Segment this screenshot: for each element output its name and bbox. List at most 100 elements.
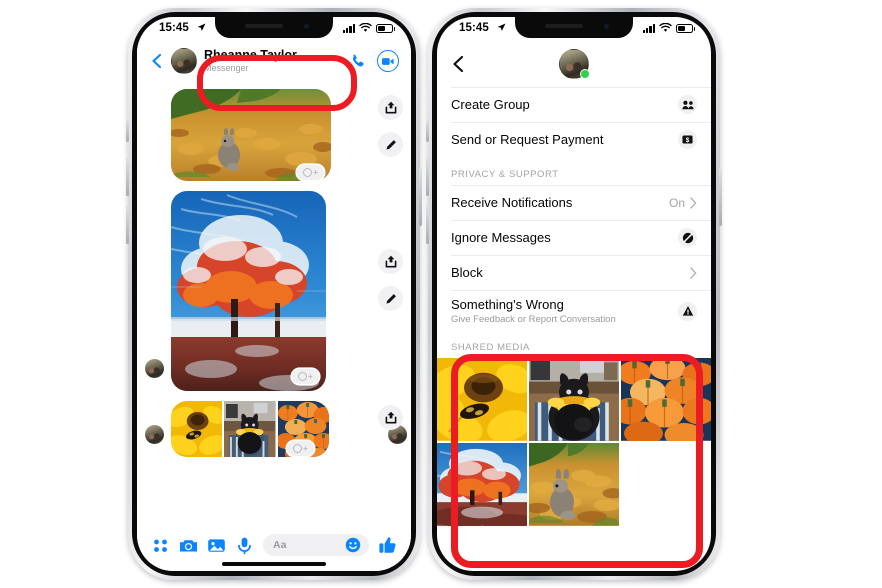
media-tile-red-tree[interactable] <box>437 442 527 526</box>
right-phone-screen: 15:45 Create Group Send or Request Payme… <box>437 17 711 571</box>
volume-down-button[interactable] <box>426 206 429 244</box>
thumbs-up-icon[interactable] <box>378 536 397 555</box>
power-button[interactable] <box>419 168 422 226</box>
back-chevron-icon[interactable] <box>451 55 466 73</box>
add-reaction-badge[interactable]: + <box>297 165 324 180</box>
smiley-small-icon <box>298 372 308 381</box>
plus-small-icon: + <box>313 167 318 177</box>
media-tile-rabbit[interactable] <box>529 442 619 526</box>
forward-share-icon <box>385 255 396 268</box>
message-list[interactable]: + + + <box>137 81 411 527</box>
home-indicator[interactable] <box>522 562 626 566</box>
contact-name-block[interactable]: Rheanne Taylor Messenger <box>204 48 297 74</box>
group-people-icon <box>678 95 697 114</box>
photo-bee-yellow-flower <box>171 401 223 457</box>
section-header-shared-media: SHARED MEDIA <box>451 342 530 353</box>
row-label: Create Group <box>451 97 530 112</box>
microphone-icon[interactable] <box>235 536 254 555</box>
photo-black-cat-sunflower <box>529 358 619 441</box>
message-bubble-photo[interactable] <box>171 191 326 391</box>
row-label: Something's Wrong <box>451 297 564 312</box>
phone-call-icon[interactable] <box>350 53 367 70</box>
message-row-rabbit: + <box>137 81 411 181</box>
menu-row-ignore-messages[interactable]: Ignore Messages <box>437 220 711 255</box>
row-label: Send or Request Payment <box>451 132 604 147</box>
shared-media-grid[interactable] <box>437 358 711 526</box>
message-row-red-tree: + <box>137 181 411 391</box>
row-right <box>678 95 697 114</box>
forward-share-icon <box>385 101 396 114</box>
volume-up-button[interactable] <box>126 158 129 196</box>
media-tile-yellow-flower[interactable] <box>437 358 527 441</box>
online-status-dot <box>580 69 590 79</box>
cellular-signal-icon <box>342 24 355 33</box>
message-input-placeholder: Aa <box>273 539 287 551</box>
warning-triangle-icon <box>678 301 697 321</box>
edit-button[interactable] <box>378 286 403 311</box>
add-reaction-badge[interactable]: + <box>287 441 314 456</box>
camera-icon[interactable] <box>179 536 198 555</box>
media-tile-pumpkins[interactable] <box>621 358 711 441</box>
row-text: Create Group <box>451 97 530 112</box>
power-button[interactable] <box>719 168 722 226</box>
message-input[interactable]: Aa <box>263 534 369 556</box>
header-actions <box>350 50 399 72</box>
row-right: $ <box>678 130 697 149</box>
photo-black-cat-sunflower <box>224 401 276 457</box>
media-tile-black-cat[interactable] <box>529 358 619 441</box>
video-camera-icon <box>382 57 394 65</box>
battery-icon <box>676 24 696 33</box>
row-text: Something's Wrong Give Feedback or Repor… <box>451 297 616 325</box>
volume-down-button[interactable] <box>126 206 129 244</box>
volume-up-button[interactable] <box>426 158 429 196</box>
message-actions-album <box>378 405 403 430</box>
conversation-header: Rheanne Taylor Messenger <box>137 41 411 81</box>
photo-pumpkin-pile <box>621 358 711 441</box>
sender-avatar[interactable] <box>145 359 164 378</box>
location-arrow-icon <box>197 23 206 31</box>
chevron-right-icon <box>690 266 697 279</box>
forward-share-icon <box>385 411 396 424</box>
plus-small-icon: + <box>303 443 308 453</box>
home-indicator[interactable] <box>222 562 326 566</box>
left-phone-device: 15:45 Rheanne Taylor Messenger + + + Aa <box>126 8 422 580</box>
video-call-button[interactable] <box>377 50 399 72</box>
front-camera <box>604 24 609 29</box>
row-text: Receive Notifications <box>451 195 572 210</box>
add-reaction-badge[interactable]: + <box>292 369 319 384</box>
contact-avatar[interactable] <box>171 48 197 74</box>
wifi-icon <box>659 23 672 32</box>
four-dots-apps-icon[interactable] <box>151 536 170 555</box>
forward-button[interactable] <box>378 249 403 274</box>
menu-row-somethings-wrong[interactable]: Something's Wrong Give Feedback or Repor… <box>437 290 711 332</box>
photo-gallery-icon[interactable] <box>207 536 226 555</box>
mute-switch[interactable] <box>426 120 429 142</box>
forward-button[interactable] <box>378 405 403 430</box>
smiley-small-icon <box>293 444 303 453</box>
device-notch <box>515 17 633 38</box>
edit-button[interactable] <box>378 132 403 157</box>
edit-pencil-icon <box>385 139 396 150</box>
status-time: 15:45 <box>459 22 489 34</box>
smiley-emoji-icon[interactable] <box>345 537 361 553</box>
back-chevron-icon[interactable] <box>149 53 165 69</box>
contact-avatar-wrap[interactable] <box>559 49 590 79</box>
row-text: Send or Request Payment <box>451 132 603 147</box>
status-indicators <box>342 23 396 33</box>
svg-text:$: $ <box>686 137 690 144</box>
details-header <box>437 41 711 87</box>
mute-switch[interactable] <box>126 120 129 142</box>
menu-row-receive-notifications[interactable]: Receive Notifications On <box>437 185 711 220</box>
row-right <box>678 228 697 247</box>
forward-button[interactable] <box>378 95 403 120</box>
menu-row-create-group[interactable]: Create Group <box>437 87 711 122</box>
message-row-photo-album: + <box>137 391 411 457</box>
menu-row-block[interactable]: Block <box>437 255 711 290</box>
screenshot-canvas: 15:45 Rheanne Taylor Messenger + + + Aa … <box>0 0 882 588</box>
menu-row-send-payment[interactable]: Send or Request Payment $ <box>437 122 711 157</box>
sender-avatar[interactable] <box>145 425 164 444</box>
edit-pencil-icon <box>385 293 396 304</box>
photo-snowy-red-maple-tree <box>437 442 527 526</box>
payment-dollar-icon: $ <box>678 130 697 149</box>
row-right <box>690 266 697 279</box>
